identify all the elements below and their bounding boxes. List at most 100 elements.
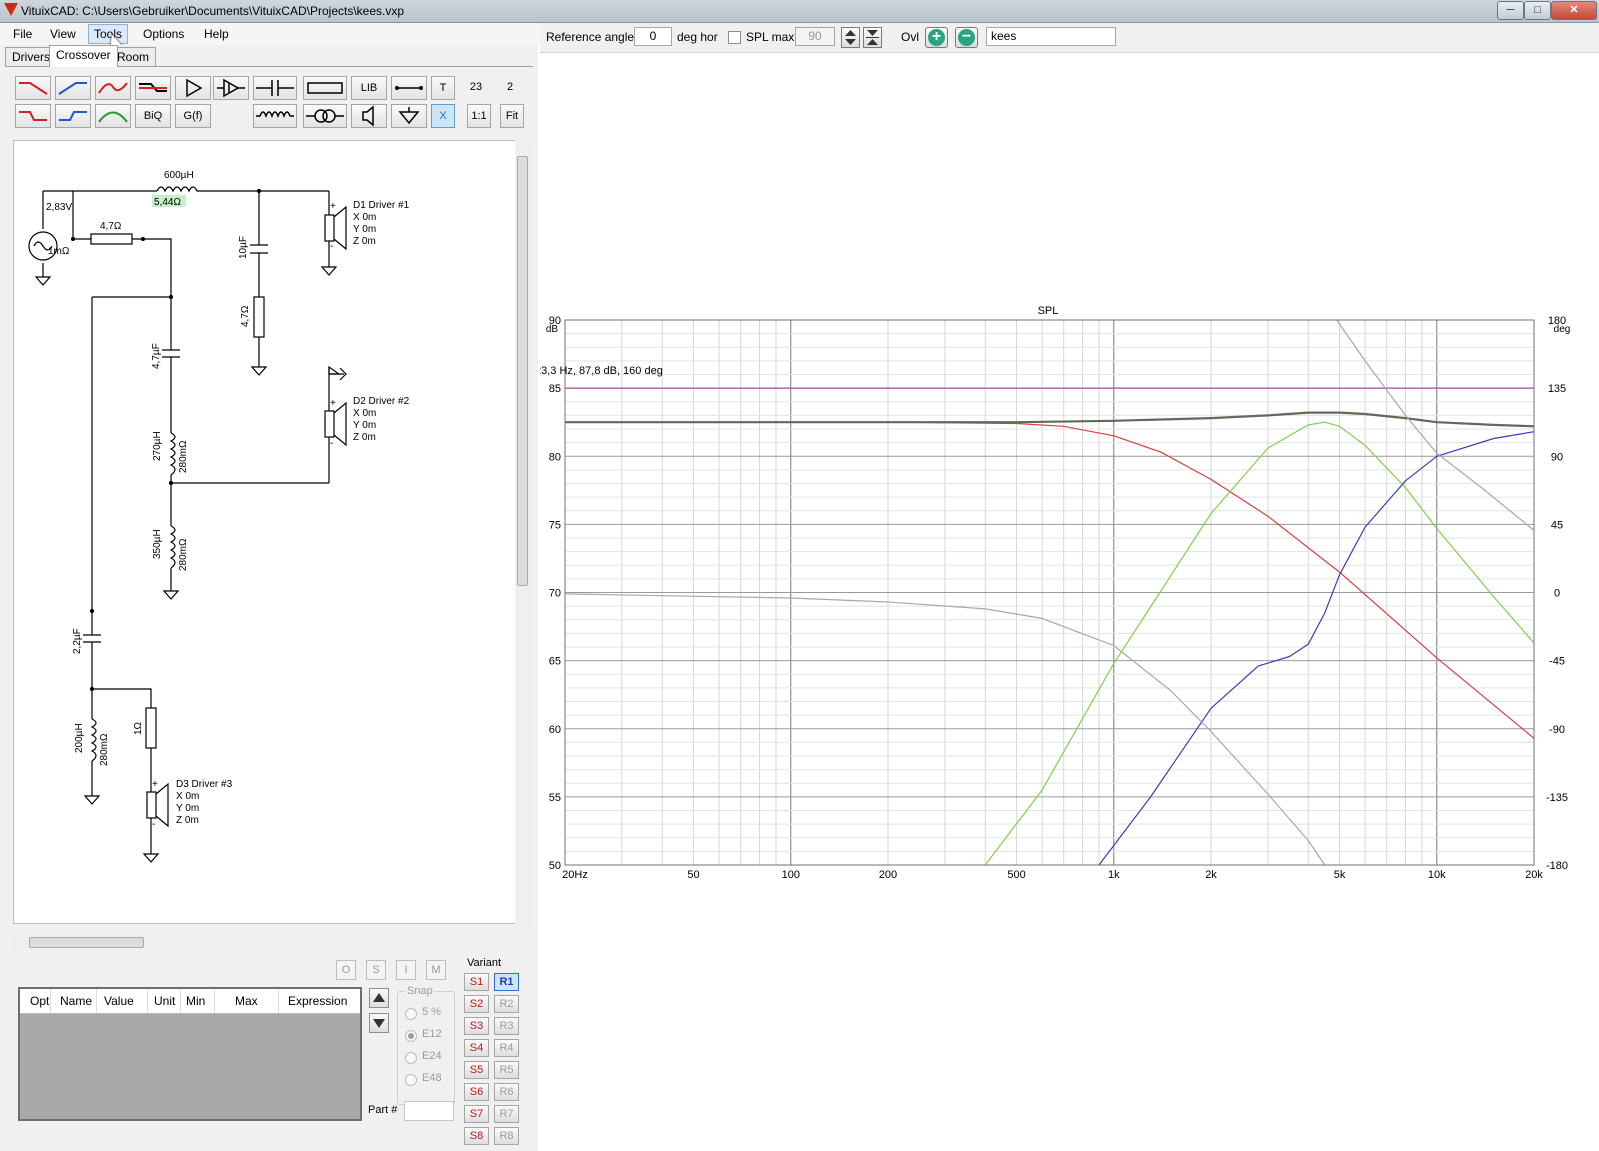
column-value[interactable]: Value	[104, 994, 134, 1008]
close-button[interactable]: ✕	[1551, 1, 1597, 20]
optimize-o-button[interactable]: O	[336, 960, 356, 980]
zoom-fit-button[interactable]: Fit	[500, 104, 524, 128]
menu-view[interactable]: View	[45, 25, 81, 43]
variant-s8-button[interactable]: S8	[464, 1127, 489, 1145]
bandpass-red-button[interactable]	[95, 76, 131, 100]
speaker-button[interactable]	[351, 104, 387, 128]
schematic-canvas[interactable]: 2,83V 1mΩ 600µH 5,44Ω 4,7Ω 10µF 4,7Ω + -…	[13, 140, 517, 924]
variant-s3-button[interactable]: S3	[464, 1017, 489, 1035]
variant-r4-button[interactable]: R4	[494, 1039, 519, 1057]
spin-expand-button[interactable]	[863, 27, 882, 48]
highpass-blue-2-button[interactable]	[55, 104, 91, 128]
parameter-table[interactable]: Opt Name Value Unit Min Max Expression	[18, 987, 362, 1121]
count-23-label: 23	[469, 81, 483, 93]
inductor-button[interactable]	[253, 104, 297, 128]
y-tick-label: 60	[549, 724, 561, 736]
lowpass-red-2-button[interactable]	[15, 104, 51, 128]
snap-e24-label: E24	[422, 1050, 442, 1062]
column-expression[interactable]: Expression	[288, 994, 347, 1008]
zoom-1-1-button[interactable]: 1:1	[467, 104, 491, 128]
spin-up-down-button[interactable]	[841, 27, 860, 48]
scroll-thumb[interactable]	[517, 156, 528, 586]
part-number-input[interactable]	[404, 1101, 454, 1121]
menu-options[interactable]: Options	[138, 25, 189, 43]
snap-e48-radio[interactable]	[405, 1074, 417, 1086]
highpass-blue-button[interactable]	[55, 76, 91, 100]
capacitor-button[interactable]	[253, 76, 297, 100]
mid-rail-wire	[92, 296, 329, 484]
lib-button[interactable]: LIB	[351, 76, 387, 100]
minimize-button[interactable]: ─	[1497, 1, 1524, 20]
spl-chart[interactable]: SPL dB deg 20Hz 50 100 200 500 1k 2k 5k 10k 20k50…	[540, 300, 1599, 910]
variant-r6-button[interactable]: R6	[494, 1083, 519, 1101]
column-unit[interactable]: Unit	[154, 994, 175, 1008]
variant-r7-button[interactable]: R7	[494, 1105, 519, 1123]
wire-icon	[395, 86, 423, 90]
variant-r5-button[interactable]: R5	[494, 1061, 519, 1079]
variant-r8-button[interactable]: R8	[494, 1127, 519, 1145]
snap-5-radio[interactable]	[405, 1008, 417, 1020]
variant-s2-button[interactable]: S2	[464, 995, 489, 1013]
lowpass-red-button[interactable]	[15, 76, 51, 100]
variant-r1-button[interactable]: R1	[494, 973, 519, 991]
optimize-m-button[interactable]: M	[426, 960, 446, 980]
schematic-vertical-scrollbar[interactable]	[515, 140, 530, 930]
scroll-thumb[interactable]	[29, 937, 144, 948]
maximize-button[interactable]: □	[1524, 1, 1551, 20]
variant-r2-button[interactable]: R2	[494, 995, 519, 1013]
variant-s6-button[interactable]: S6	[464, 1083, 489, 1101]
column-max[interactable]: Max	[235, 994, 258, 1008]
tab-crossover[interactable]: Crossover	[49, 45, 118, 67]
optimize-i-button[interactable]: I	[396, 960, 416, 980]
snap-e12-radio[interactable]	[405, 1030, 417, 1042]
add-overlay-button[interactable]: +	[925, 27, 948, 48]
y2-tick-label: -90	[1549, 724, 1565, 736]
move-down-button[interactable]	[369, 1013, 389, 1033]
overlay-name-input[interactable]: kees	[986, 27, 1116, 46]
variant-s1-button[interactable]: S1	[464, 973, 489, 991]
buffer-button[interactable]	[213, 76, 249, 100]
menu-file[interactable]: File	[8, 25, 37, 43]
move-up-button[interactable]	[369, 988, 389, 1008]
tweeter-wire	[91, 297, 152, 796]
part-number-label: Part #	[368, 1104, 398, 1116]
resistor-icon	[307, 82, 343, 94]
schematic-horizontal-scrollbar[interactable]	[13, 935, 513, 950]
column-min[interactable]: Min	[186, 994, 205, 1008]
ground-button[interactable]	[391, 104, 427, 128]
amplifier-button[interactable]	[175, 76, 211, 100]
inductor-l4-icon	[90, 718, 97, 762]
transformer-button[interactable]	[303, 104, 347, 128]
optimize-s-button[interactable]: S	[366, 960, 386, 980]
menu-help[interactable]: Help	[199, 25, 234, 43]
column-opt[interactable]: Opt	[30, 994, 49, 1008]
spl-max-checkbox[interactable]	[728, 31, 741, 44]
driver-d3-cone-icon	[155, 782, 169, 828]
snap-e24-radio[interactable]	[405, 1052, 417, 1064]
spl-max-input[interactable]: 90	[795, 27, 835, 46]
wire-button[interactable]	[391, 76, 427, 100]
y2-tick-label: 45	[1551, 519, 1563, 531]
variant-s7-button[interactable]: S7	[464, 1105, 489, 1123]
lowpass-icon	[19, 82, 48, 95]
vituixcad-logo-icon	[4, 3, 18, 16]
remove-overlay-button[interactable]: −	[955, 27, 978, 48]
variant-r3-button[interactable]: R3	[494, 1017, 519, 1035]
series-line-3	[984, 421, 1535, 866]
biquad-button[interactable]: BiQ	[135, 104, 171, 128]
resistor-button[interactable]	[303, 76, 347, 100]
text-button[interactable]: T	[431, 76, 455, 100]
transfer-function-button[interactable]: G(f)	[175, 104, 211, 128]
column-name[interactable]: Name	[60, 994, 92, 1008]
d2-name-label: D2 Driver #2	[353, 396, 410, 407]
y2-tick-label: 180	[1548, 315, 1566, 327]
shelf-button[interactable]	[135, 76, 171, 100]
delete-button[interactable]: X	[431, 104, 455, 128]
x-tick-label: 1k	[1108, 869, 1120, 881]
bandpass-green-button[interactable]	[95, 104, 131, 128]
reference-angle-input[interactable]: 0	[634, 27, 672, 46]
chart-grid	[564, 319, 1535, 866]
variant-s4-button[interactable]: S4	[464, 1039, 489, 1057]
variant-s5-button[interactable]: S5	[464, 1061, 489, 1079]
arrow-up-icon	[373, 993, 385, 1002]
